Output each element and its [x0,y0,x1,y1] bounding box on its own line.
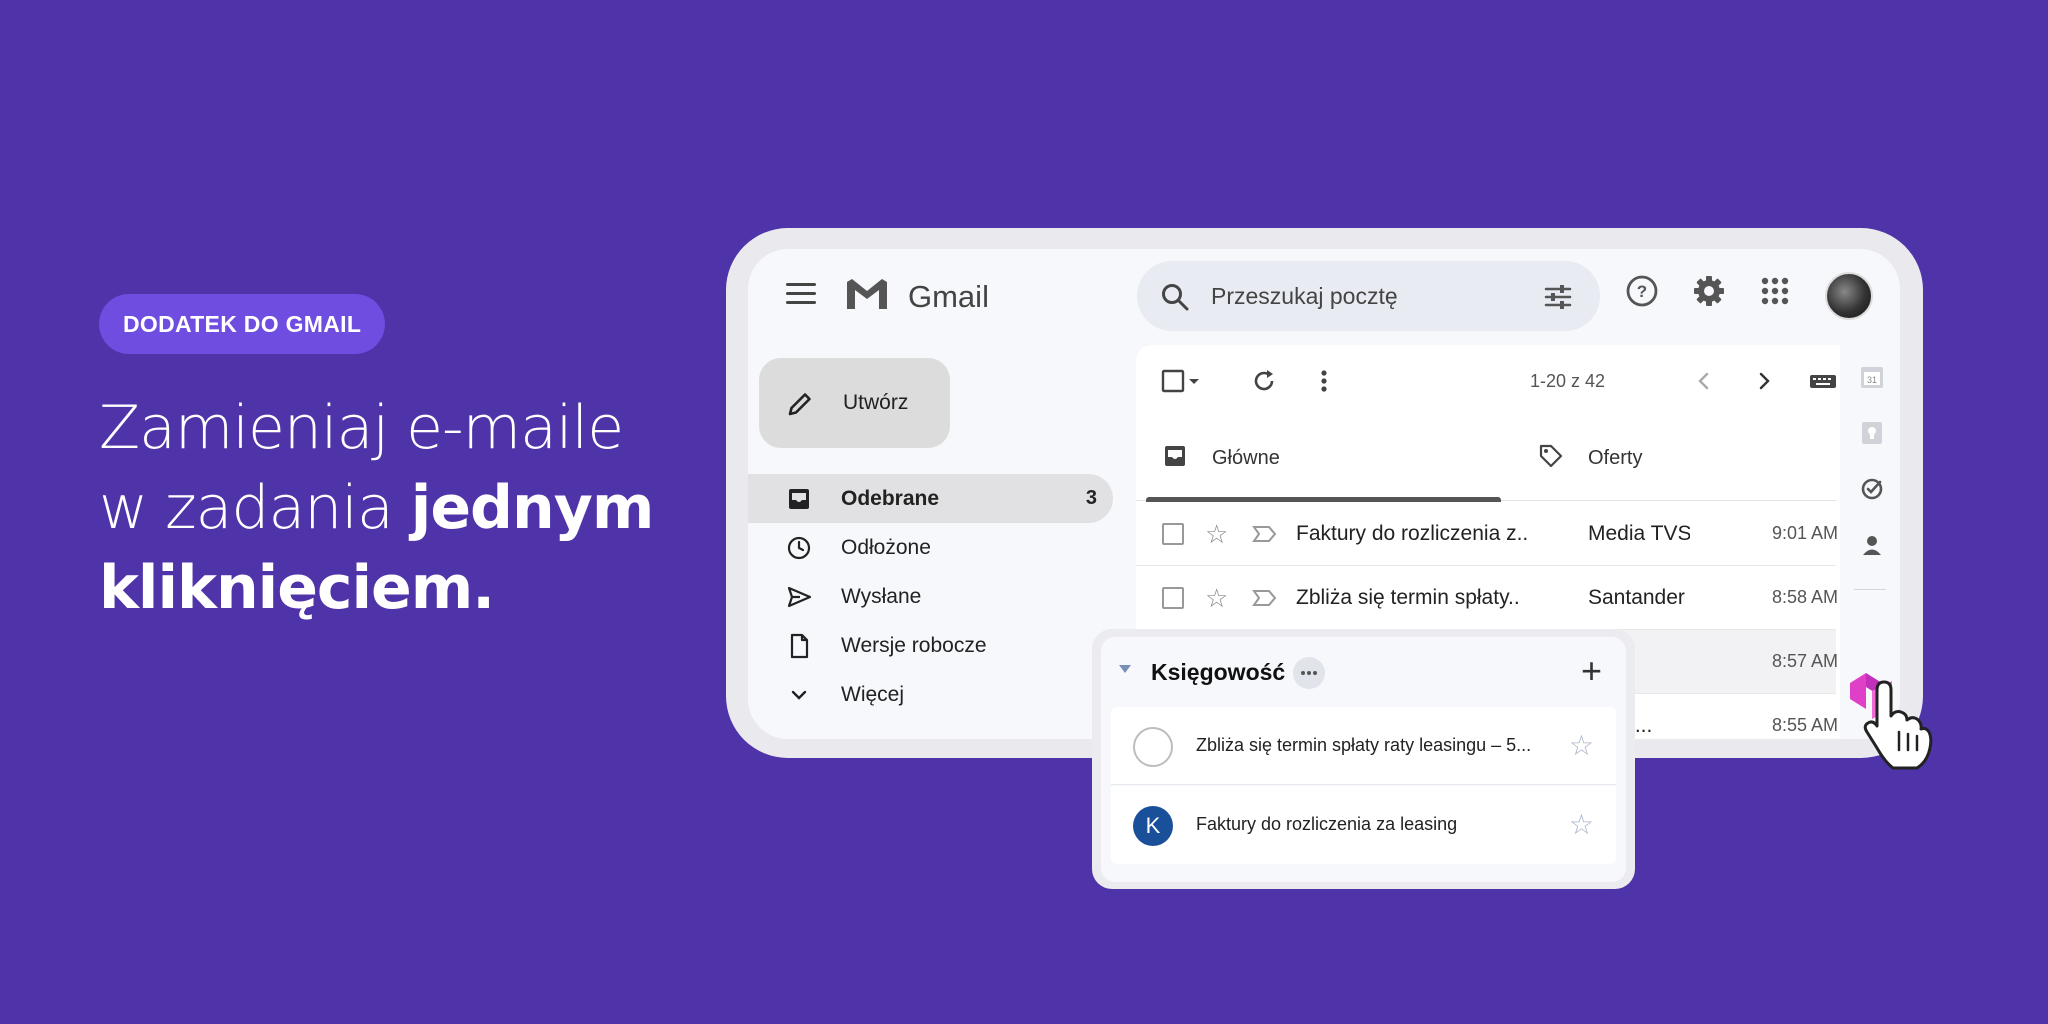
email-checkbox[interactable] [1162,587,1184,609]
email-time: 8:58 AM [1772,587,1839,607]
settings-gear-icon[interactable] [1691,273,1727,309]
inbox-icon [789,489,809,509]
unread-count: 3 [1085,487,1097,509]
email-time: 8:55 AM [1772,715,1839,735]
hand-pointer-cursor-icon [1863,680,1933,770]
nav-label: Wysłane [841,585,922,608]
task-list-card: Księgowość + Zbliża się termin spłaty ra… [1101,637,1626,882]
svg-text:31: 31 [1867,375,1877,385]
nav-label: Wersje robocze [841,634,987,657]
apps-grid-icon[interactable] [1757,273,1793,309]
more-options-button[interactable] [1293,657,1325,689]
pencil-icon [788,393,811,416]
tasks-icon[interactable] [1858,475,1886,503]
email-row[interactable]: ☆ Faktury do rozliczenia z.. Media TVS 9… [1136,502,1839,566]
task-item[interactable]: K Faktury do rozliczenia za leasing ☆ [1111,786,1616,864]
star-icon[interactable]: ☆ [1205,519,1228,550]
task-complete-checkbox[interactable] [1133,727,1173,767]
nav-label: Odłożone [841,536,931,559]
draft-icon [790,633,809,659]
headline-line-3-bold: kliknięciem. [99,553,495,623]
user-avatar[interactable] [1825,272,1873,320]
search-icon[interactable] [1159,281,1191,313]
task-item[interactable]: Zbliża się termin spłaty raty leasingu –… [1111,707,1616,785]
tab-primary[interactable]: Główne [1136,417,1501,502]
inbox-icon [1165,446,1185,466]
gmail-topbar: Gmail Przeszukaj pocztę ? [748,249,1900,341]
email-time: 8:57 AM [1772,651,1839,671]
nav-item-drafts[interactable]: Wersje robocze [748,621,1113,670]
mail-nav: Odebrane 3 Odłożone Wysłane Wersje roboc… [748,474,1113,719]
headline-line-2-bold: jednym [410,473,655,543]
compose-label: Utwórz [843,391,909,414]
email-time: 9:01 AM [1772,523,1839,543]
nav-item-snoozed[interactable]: Odłożone [748,523,1113,572]
prev-page-icon[interactable] [1690,367,1718,395]
headline-line-2-plain: w zadania [99,473,411,543]
importance-marker-icon[interactable] [1252,588,1278,608]
tab-promotions[interactable]: Oferty [1512,417,1812,501]
headline-line-2: w zadania jednym [99,468,655,548]
promo-headline: Zamieniaj e-maile w zadania jednym klikn… [99,388,655,628]
nav-item-sent[interactable]: Wysłane [748,572,1113,621]
email-subject: Faktury do rozliczenia z.. [1296,522,1529,545]
collapse-caret-icon[interactable] [1119,665,1131,673]
star-icon[interactable]: ☆ [1205,583,1228,614]
task-avatar: K [1133,806,1173,846]
more-vert-icon[interactable] [1310,367,1338,395]
category-tabs: Główne Oferty [1136,417,1836,502]
compose-button[interactable]: Utwórz [759,358,950,448]
search-bar[interactable]: Przeszukaj pocztę [1137,261,1600,331]
refresh-icon[interactable] [1250,367,1278,395]
task-text: Faktury do rozliczenia za leasing [1196,814,1458,834]
chevron-down-icon [791,690,807,700]
keep-icon[interactable] [1858,419,1886,447]
nav-label: Więcej [841,683,905,706]
add-task-button[interactable]: + [1581,653,1602,689]
headline-line-1: Zamieniaj e-maile [99,393,624,463]
importance-marker-icon[interactable] [1252,524,1278,544]
mail-toolbar: 1-20 z 42 [1136,345,1900,417]
clock-icon [787,536,811,560]
headline-line-3: kliknięciem. [99,548,653,628]
promo-badge: DODATEK DO GMAIL [99,294,386,354]
email-sender: Santander [1588,586,1685,609]
email-sender: Media TVS [1588,522,1690,545]
task-list-title: Księgowość [1151,659,1286,685]
calendar-icon[interactable]: 31 [1858,363,1886,391]
email-subject: Zbliża się termin spłaty.. [1296,586,1520,609]
search-options-icon[interactable] [1542,281,1574,313]
contacts-icon[interactable] [1858,531,1886,559]
task-text: Zbliża się termin spłaty raty leasingu –… [1196,735,1532,755]
side-panel-divider [1854,589,1886,590]
svg-text:?: ? [1637,282,1647,301]
search-input[interactable]: Przeszukaj pocztę [1211,283,1398,310]
nav-item-more[interactable]: Więcej [748,670,1113,719]
tab-label: Główne [1212,447,1280,469]
task-card-header: Księgowość + [1101,637,1626,707]
next-page-icon[interactable] [1750,367,1778,395]
email-row[interactable]: ☆ Zbliża się termin spłaty.. Santander 8… [1136,566,1839,630]
main-menu-icon[interactable] [786,283,816,305]
star-icon[interactable]: ☆ [1569,808,1594,841]
tab-label: Oferty [1588,447,1643,469]
send-icon [787,586,812,608]
select-dropdown-icon[interactable] [1184,367,1204,395]
pagination-text: 1-20 z 42 [1530,371,1606,391]
nav-item-inbox[interactable]: Odebrane 3 [748,474,1113,523]
gmail-app-name: Gmail [908,279,989,314]
email-checkbox[interactable] [1162,523,1184,545]
tag-icon [1539,444,1563,468]
help-icon[interactable]: ? [1624,273,1660,309]
star-icon[interactable]: ☆ [1569,729,1594,762]
gmail-logo-icon [847,279,887,309]
nav-label: Odebrane [841,487,940,510]
